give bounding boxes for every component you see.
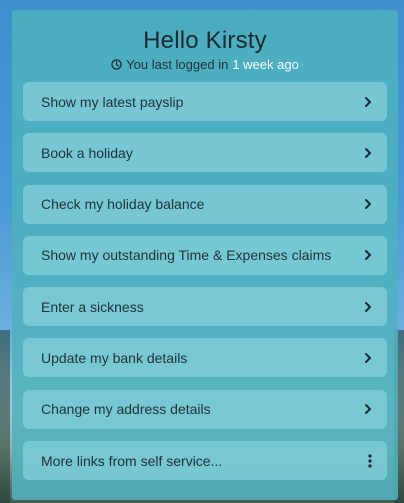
menu-item-label: More links from self service... <box>41 452 223 469</box>
chevron-right-icon <box>365 96 371 107</box>
panel-header: Hello Kirsty You last logged in 1 week a… <box>12 10 398 73</box>
chevron-right-icon <box>365 199 371 210</box>
last-login-info: You last logged in 1 week ago <box>12 57 398 72</box>
chevron-right-icon <box>365 352 371 363</box>
menu-item-label: Update my bank details <box>41 349 188 366</box>
menu-item-label: Show my latest payslip <box>41 93 184 110</box>
background: Hello Kirsty You last logged in 1 week a… <box>0 0 404 503</box>
last-login-prefix: You last logged in <box>126 57 229 72</box>
menu-item-address-details[interactable]: Change my address details <box>23 389 387 429</box>
chevron-right-icon <box>365 147 371 158</box>
chevron-right-icon <box>365 250 371 261</box>
menu-item-label: Change my address details <box>41 401 211 418</box>
self-service-panel: Hello Kirsty You last logged in 1 week a… <box>12 10 398 500</box>
last-login-value: 1 week ago <box>232 57 299 72</box>
menu-item-label: Enter a sickness <box>41 298 144 315</box>
menu-item-label: Show my outstanding Time & Expenses clai… <box>41 247 332 264</box>
menu-item-time-expenses-claims[interactable]: Show my outstanding Time & Expenses clai… <box>23 235 387 275</box>
menu-item-label: Check my holiday balance <box>41 196 205 213</box>
menu-item-label: Book a holiday <box>41 144 133 161</box>
menu-item-bank-details[interactable]: Update my bank details <box>23 338 387 378</box>
self-service-menu: Show my latest payslip Book a holiday Ch… <box>23 82 387 492</box>
more-vertical-icon <box>368 453 372 468</box>
menu-item-enter-sickness[interactable]: Enter a sickness <box>23 287 387 327</box>
greeting-title: Hello Kirsty <box>143 27 267 54</box>
menu-item-holiday-balance[interactable]: Check my holiday balance <box>23 184 387 224</box>
menu-item-book-holiday[interactable]: Book a holiday <box>23 133 387 173</box>
clock-icon <box>111 59 122 70</box>
menu-item-latest-payslip[interactable]: Show my latest payslip <box>23 82 387 121</box>
chevron-right-icon <box>365 404 371 415</box>
chevron-right-icon <box>365 301 371 312</box>
menu-item-more-links[interactable]: More links from self service... <box>23 441 387 481</box>
